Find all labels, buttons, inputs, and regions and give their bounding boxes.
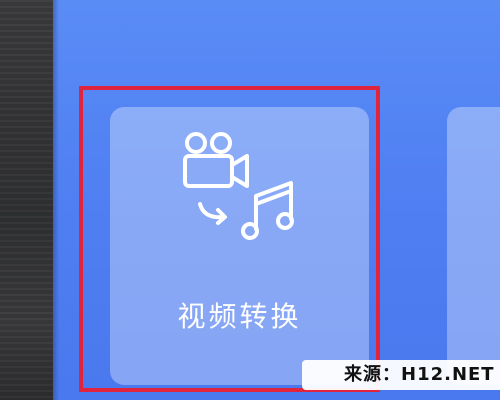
left-panel-shadow [53, 0, 59, 400]
highlight-frame [79, 86, 380, 392]
next-card[interactable] [447, 107, 500, 385]
left-panel [0, 0, 53, 400]
app-window: 视频转换 来源：H12.NET [0, 0, 500, 400]
watermark: 来源：H12.NET [302, 360, 500, 390]
